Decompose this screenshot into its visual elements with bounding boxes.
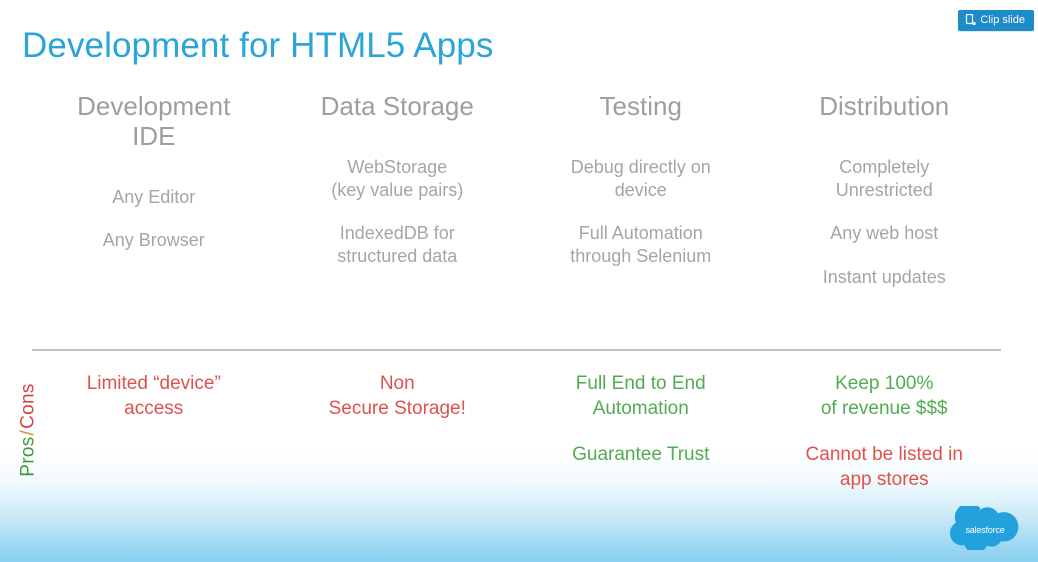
- category-columns: Development IDE Any Editor Any Browser D…: [32, 91, 1007, 289]
- column-item-list: Any Editor Any Browser: [38, 186, 270, 252]
- pros-cons-column-distribution: Keep 100% of revenue $$$ Cannot be liste…: [763, 372, 1007, 493]
- column-item: Any Browser: [102, 230, 205, 251]
- column-item: Full Automation through Selenium: [570, 223, 712, 266]
- column-header: Testing: [599, 91, 682, 121]
- pros-cons-entry: Non Secure Storage!: [328, 373, 466, 419]
- column-item: WebStorage (key value pairs): [331, 156, 464, 200]
- column-development-ide: Development IDE Any Editor Any Browser: [32, 91, 276, 289]
- pros-cons-entry: Limited “device” access: [86, 373, 221, 419]
- clip-slide-label: Clip slide: [980, 13, 1025, 26]
- pros-cons-column-development-ide: Limited “device” access: [32, 372, 276, 493]
- pros-cons-entry: Cannot be listed in app stores: [805, 444, 963, 491]
- column-item: Any Editor: [112, 186, 196, 207]
- column-item-list: Completely Unrestricted Any web host Ins…: [769, 156, 1001, 289]
- column-data-storage: Data Storage WebStorage (key value pairs…: [276, 91, 520, 289]
- slide-canvas: Clip slide Development for HTML5 Apps De…: [0, 0, 1038, 562]
- column-item: IndexedDB for structured data: [337, 223, 458, 266]
- clip-icon: [965, 14, 976, 26]
- column-testing: Testing Debug directly on device Full Au…: [519, 91, 763, 289]
- pros-cons-row: Limited “device” access Non Secure Stora…: [32, 372, 1006, 493]
- column-header: Data Storage: [320, 91, 474, 121]
- column-item-list: WebStorage (key value pairs) IndexedDB f…: [282, 156, 514, 268]
- pros-cons-entry: Guarantee Trust: [572, 444, 710, 466]
- column-item: Any web host: [830, 223, 939, 244]
- column-item: Debug directly on device: [570, 156, 711, 200]
- column-item: Completely Unrestricted: [835, 156, 933, 200]
- clip-slide-button[interactable]: Clip slide: [958, 10, 1034, 31]
- column-header: Distribution: [819, 91, 950, 121]
- column-item-list: Debug directly on device Full Automation…: [525, 156, 757, 268]
- svg-text:salesforce: salesforce: [965, 525, 1004, 535]
- pros-cons-column-data-storage: Non Secure Storage!: [276, 372, 520, 493]
- slide-title: Development for HTML5 Apps: [22, 26, 494, 65]
- column-distribution: Distribution Completely Unrestricted Any…: [763, 91, 1007, 289]
- pros-cons-entry: Full End to End Automation: [575, 373, 706, 419]
- column-item: Instant updates: [822, 266, 946, 287]
- section-divider: [32, 349, 1001, 351]
- column-header: Development IDE: [77, 91, 231, 151]
- pros-cons-entry: Keep 100% of revenue $$$: [820, 373, 948, 419]
- salesforce-logo: salesforce: [948, 503, 1022, 554]
- pros-cons-column-testing: Full End to End Automation Guarantee Tru…: [519, 372, 763, 493]
